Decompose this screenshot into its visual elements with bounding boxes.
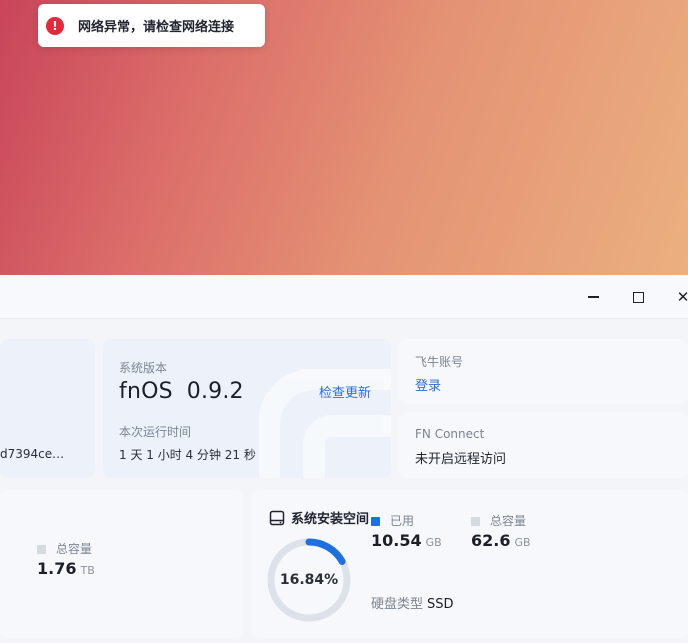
total-value: 62.6 GB [471, 531, 531, 550]
error-icon: ! [46, 16, 64, 35]
disk-type: 硬盘类型 SSD [371, 597, 454, 612]
used-value: 10.54 GB [371, 531, 442, 550]
toast-message: 网络异常，请检查网络连接 [78, 20, 235, 35]
maximize-icon[interactable] [630, 289, 646, 305]
minimize-icon[interactable] [585, 289, 601, 305]
hard-disk-icon [269, 510, 285, 525]
usage-percent: 16.84% [279, 572, 339, 588]
system-install-space-card: 系统安装空间 16.84% 已用 10.54 GB 总容量 62.6 GB 硬盘类型… [251, 490, 688, 638]
network-error-toast: ! 网络异常，请检查网络连接 [38, 4, 265, 47]
fn-connect-card: FN Connect 未开启远程访问 [399, 412, 688, 478]
storage-total-value: 1.76 TB [37, 559, 95, 578]
connect-status: 未开启远程访问 [415, 452, 507, 467]
space-title: 系统安装空间 [269, 508, 369, 527]
used-legend-marker [371, 517, 380, 526]
close-icon[interactable]: ✕ [675, 289, 688, 305]
total-label: 总容量 [471, 512, 526, 529]
os-version: 0.9.2 [186, 379, 244, 404]
title-bar: ✕ [0, 275, 688, 319]
device-id: d7394ce… [0, 447, 65, 461]
connect-label: FN Connect [415, 427, 485, 441]
total-legend-marker [471, 517, 480, 526]
login-link[interactable]: 登录 [415, 375, 441, 394]
version-value: fnOS 0.9.2 [119, 379, 244, 404]
check-update-link[interactable]: 检查更新 [319, 382, 371, 401]
used-label: 已用 [371, 512, 414, 529]
uptime-label: 本次运行时间 [119, 425, 192, 439]
uptime-value: 1 天 1 小时 4 分钟 21 秒 [119, 448, 256, 462]
storage-total-label: 总容量 [37, 540, 92, 557]
version-label: 系统版本 [119, 361, 168, 375]
total-legend-marker [37, 545, 46, 554]
device-card: d7394ce… [0, 339, 95, 478]
fn-account-card: 飞牛账号 登录 [399, 339, 688, 404]
system-version-card: 系统版本 fnOS 0.9.2 检查更新 本次运行时间 1 天 1 小时 4 分钟… [103, 339, 391, 478]
account-label: 飞牛账号 [415, 355, 464, 369]
storage-card: 总容量 1.76 TB [0, 490, 243, 638]
settings-window: ✕ d7394ce… 系统版本 fnOS 0.9.2 检查更新 本次运行时间 1 … [0, 275, 688, 643]
os-name: fnOS [119, 379, 173, 404]
